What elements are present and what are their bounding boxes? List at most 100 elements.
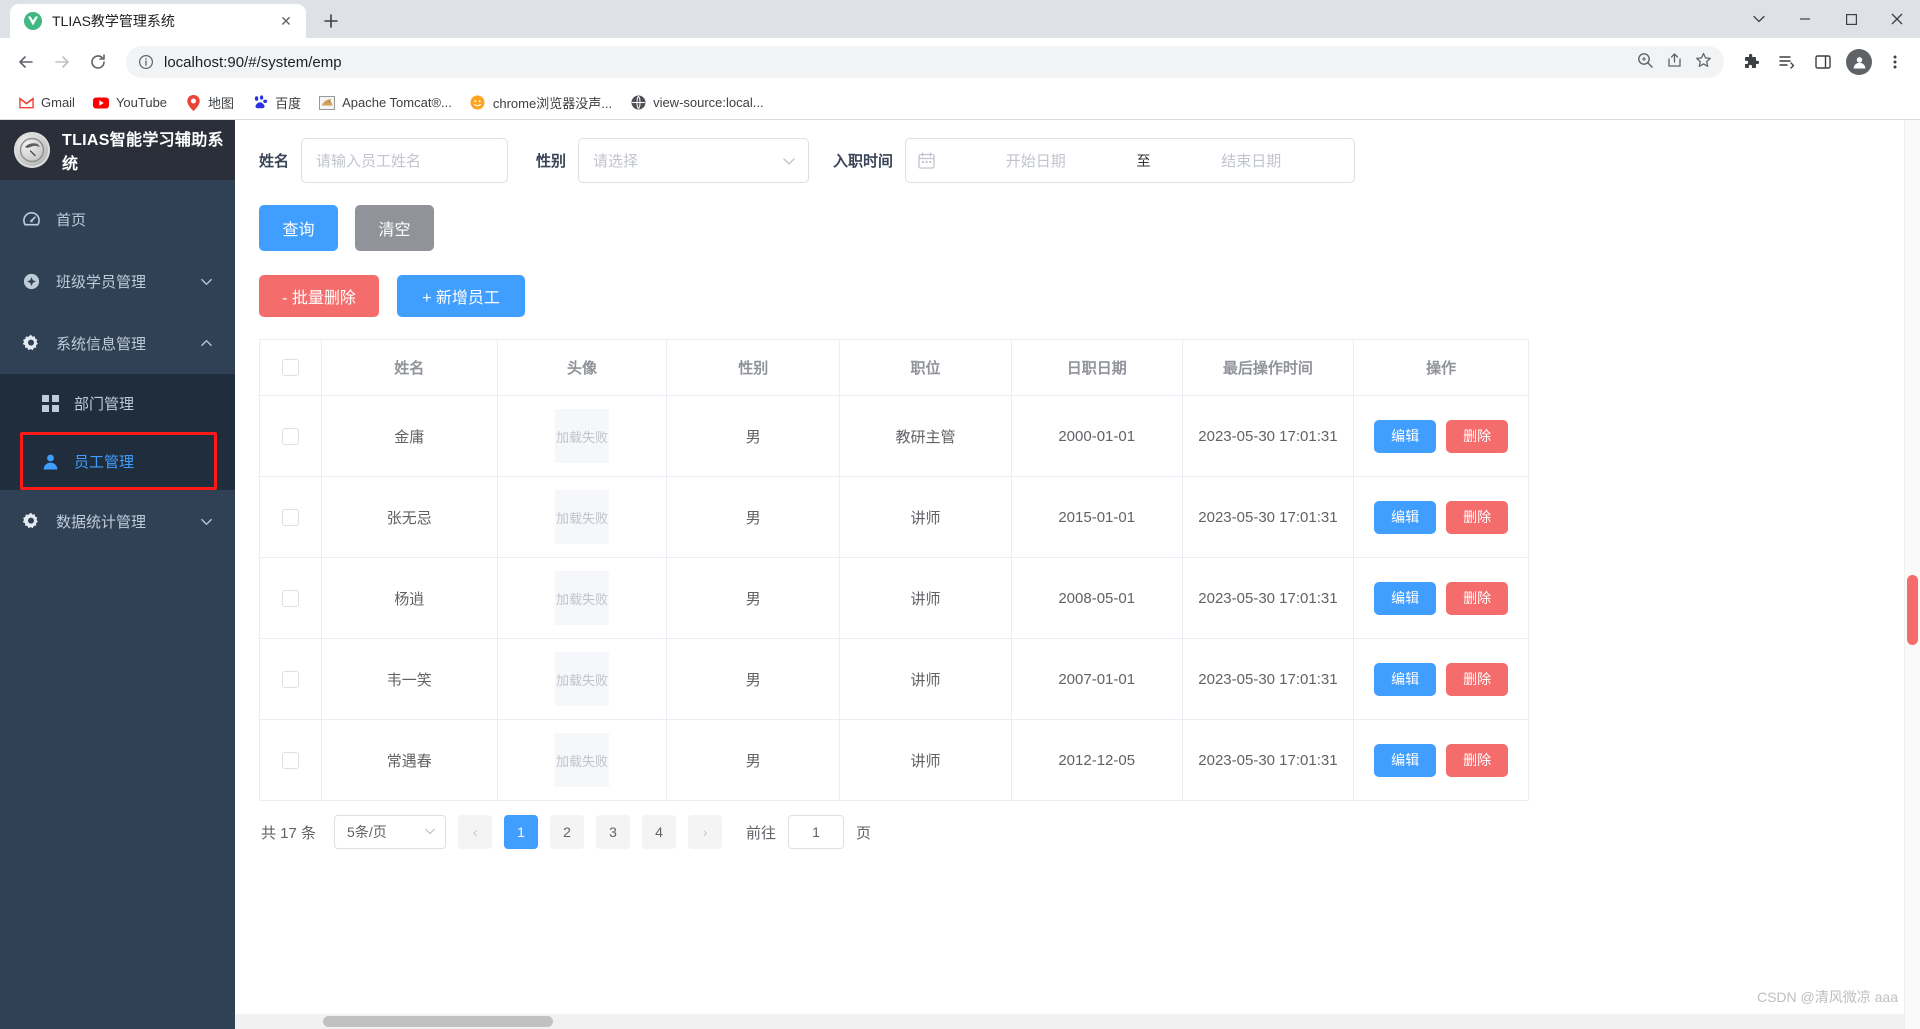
page-size-value: 5条/页 xyxy=(347,824,387,840)
back-button[interactable] xyxy=(10,46,42,78)
tab-search-icon[interactable] xyxy=(1736,0,1782,38)
sidebar-item-department[interactable]: 部门管理 xyxy=(0,374,235,432)
cell-gender: 男 xyxy=(667,477,841,557)
sidebar-item-home[interactable]: 首页 xyxy=(0,188,235,250)
bookmark-tomcat[interactable]: Apache Tomcat®... xyxy=(311,91,460,115)
vue-logo-icon xyxy=(24,12,42,30)
address-bar[interactable]: localhost:90/#/system/emp xyxy=(126,46,1724,78)
bookmark-star-icon[interactable] xyxy=(1695,52,1712,72)
brand-header: TLIAS智能学习辅助系统 xyxy=(0,120,235,180)
app-logo-icon xyxy=(14,132,50,168)
bookmark-maps[interactable]: 地图 xyxy=(177,89,242,116)
page-button-1[interactable]: 1 xyxy=(504,815,539,849)
cell-name: 金庸 xyxy=(322,396,498,476)
cell-updated: 2023-05-30 17:01:31 xyxy=(1183,558,1355,638)
close-window-button[interactable] xyxy=(1874,0,1920,38)
side-panel-icon[interactable] xyxy=(1808,47,1838,77)
bookmark-label: view-source:local... xyxy=(653,95,764,110)
google-maps-icon xyxy=(185,94,201,111)
clear-button[interactable]: 清空 xyxy=(355,205,434,251)
bookmark-baidu[interactable]: 百度 xyxy=(244,89,309,116)
sidebar-item-employee[interactable]: 员工管理 xyxy=(20,432,217,490)
sidebar-item-statistics[interactable]: 数据统计管理 xyxy=(0,490,235,552)
page-button-2[interactable]: 2 xyxy=(550,815,585,849)
extensions-icon[interactable] xyxy=(1736,47,1766,77)
row-checkbox[interactable] xyxy=(281,427,299,445)
page-size-select[interactable]: 5条/页 xyxy=(334,815,447,849)
delete-button[interactable]: 删除 xyxy=(1446,662,1509,696)
site-info-icon[interactable] xyxy=(138,54,154,70)
end-date-placeholder: 结束日期 xyxy=(1221,153,1282,170)
row-select-cell[interactable] xyxy=(260,396,322,476)
add-employee-button[interactable]: + 新增员工 xyxy=(397,275,525,317)
cell-hire-date: 2008-05-01 xyxy=(1012,558,1183,638)
new-tab-button[interactable] xyxy=(314,4,348,38)
reload-button[interactable] xyxy=(82,46,114,78)
gender-placeholder: 请选择 xyxy=(593,153,639,170)
vertical-scrollbar[interactable] xyxy=(1904,120,1920,1029)
toolbar-icons xyxy=(1736,47,1910,77)
delete-button[interactable]: 删除 xyxy=(1446,743,1509,777)
page-button-3[interactable]: 3 xyxy=(596,815,631,849)
edit-button[interactable]: 编辑 xyxy=(1374,500,1437,534)
bookmark-view-source[interactable]: view-source:local... xyxy=(622,91,772,115)
page-button-4[interactable]: 4 xyxy=(642,815,677,849)
cell-name: 张无忌 xyxy=(322,477,498,557)
delete-button[interactable]: 删除 xyxy=(1446,500,1509,534)
date-separator: 至 xyxy=(1136,152,1151,169)
select-all-header[interactable] xyxy=(260,340,322,395)
share-icon[interactable] xyxy=(1666,52,1683,72)
bookmark-chrome-sound[interactable]: chrome浏览器没声... xyxy=(462,89,620,116)
goto-page-input[interactable]: 1 xyxy=(788,815,845,849)
name-label: 姓名 xyxy=(259,153,290,170)
cell-avatar: 加载失败 xyxy=(498,477,668,557)
horizontal-scroll-thumb[interactable] xyxy=(323,1016,553,1027)
avatar-load-failed: 加载失败 xyxy=(554,409,609,463)
bookmark-youtube[interactable]: YouTube xyxy=(85,91,175,115)
select-all-checkbox[interactable] xyxy=(281,359,299,376)
search-form: 姓名 请输入员工姓名 性别 请选择 入职时间 开始日期 至 结束日期 xyxy=(259,138,1892,183)
row-checkbox[interactable] xyxy=(281,670,299,688)
bookmark-gmail[interactable]: Gmail xyxy=(10,91,83,115)
query-button[interactable]: 查询 xyxy=(259,205,338,251)
cell-name: 常遇春 xyxy=(322,720,498,800)
edit-button[interactable]: 编辑 xyxy=(1374,662,1437,696)
maximize-button[interactable] xyxy=(1828,0,1874,38)
sidebar-item-class-student[interactable]: 班级学员管理 xyxy=(0,250,235,312)
hire-date-range-picker[interactable]: 开始日期 至 结束日期 xyxy=(905,138,1356,183)
page-unit-label: 页 xyxy=(856,824,872,842)
edit-button[interactable]: 编辑 xyxy=(1374,419,1437,453)
row-select-cell[interactable] xyxy=(260,477,322,557)
browser-tab[interactable]: TLIAS教学管理系统 ✕ xyxy=(10,4,306,38)
vertical-scroll-thumb[interactable] xyxy=(1907,575,1918,645)
chrome-menu-icon[interactable] xyxy=(1880,47,1910,77)
prev-page-button[interactable]: ‹ xyxy=(458,815,493,849)
tab-title: TLIAS教学管理系统 xyxy=(52,14,175,28)
batch-delete-button[interactable]: - 批量删除 xyxy=(259,275,379,317)
cell-hire-date: 2000-01-01 xyxy=(1012,396,1183,476)
row-checkbox[interactable] xyxy=(281,751,299,769)
gender-label: 性别 xyxy=(536,153,567,170)
next-page-button[interactable]: › xyxy=(688,815,723,849)
row-checkbox[interactable] xyxy=(281,589,299,607)
gender-select[interactable]: 请选择 xyxy=(578,138,810,183)
delete-button[interactable]: 删除 xyxy=(1446,581,1509,615)
forward-button[interactable] xyxy=(46,46,78,78)
row-select-cell[interactable] xyxy=(260,558,322,638)
edit-button[interactable]: 编辑 xyxy=(1374,581,1437,615)
horizontal-scrollbar[interactable] xyxy=(235,1014,1920,1029)
reading-list-icon[interactable] xyxy=(1772,47,1802,77)
row-select-cell[interactable] xyxy=(260,639,322,719)
row-select-cell[interactable] xyxy=(260,720,322,800)
delete-button[interactable]: 删除 xyxy=(1446,419,1509,453)
search-input[interactable]: 请输入员工姓名 xyxy=(301,138,509,183)
sidebar-item-system-info[interactable]: 系统信息管理 xyxy=(0,312,235,374)
row-checkbox[interactable] xyxy=(281,508,299,526)
minimize-button[interactable] xyxy=(1782,0,1828,38)
edit-button[interactable]: 编辑 xyxy=(1374,743,1437,777)
close-icon[interactable]: ✕ xyxy=(274,9,298,33)
profile-icon[interactable] xyxy=(1844,47,1874,77)
search-actions: 查询 清空 xyxy=(259,205,1892,251)
compass-icon xyxy=(20,272,42,291)
zoom-icon[interactable] xyxy=(1637,52,1654,72)
